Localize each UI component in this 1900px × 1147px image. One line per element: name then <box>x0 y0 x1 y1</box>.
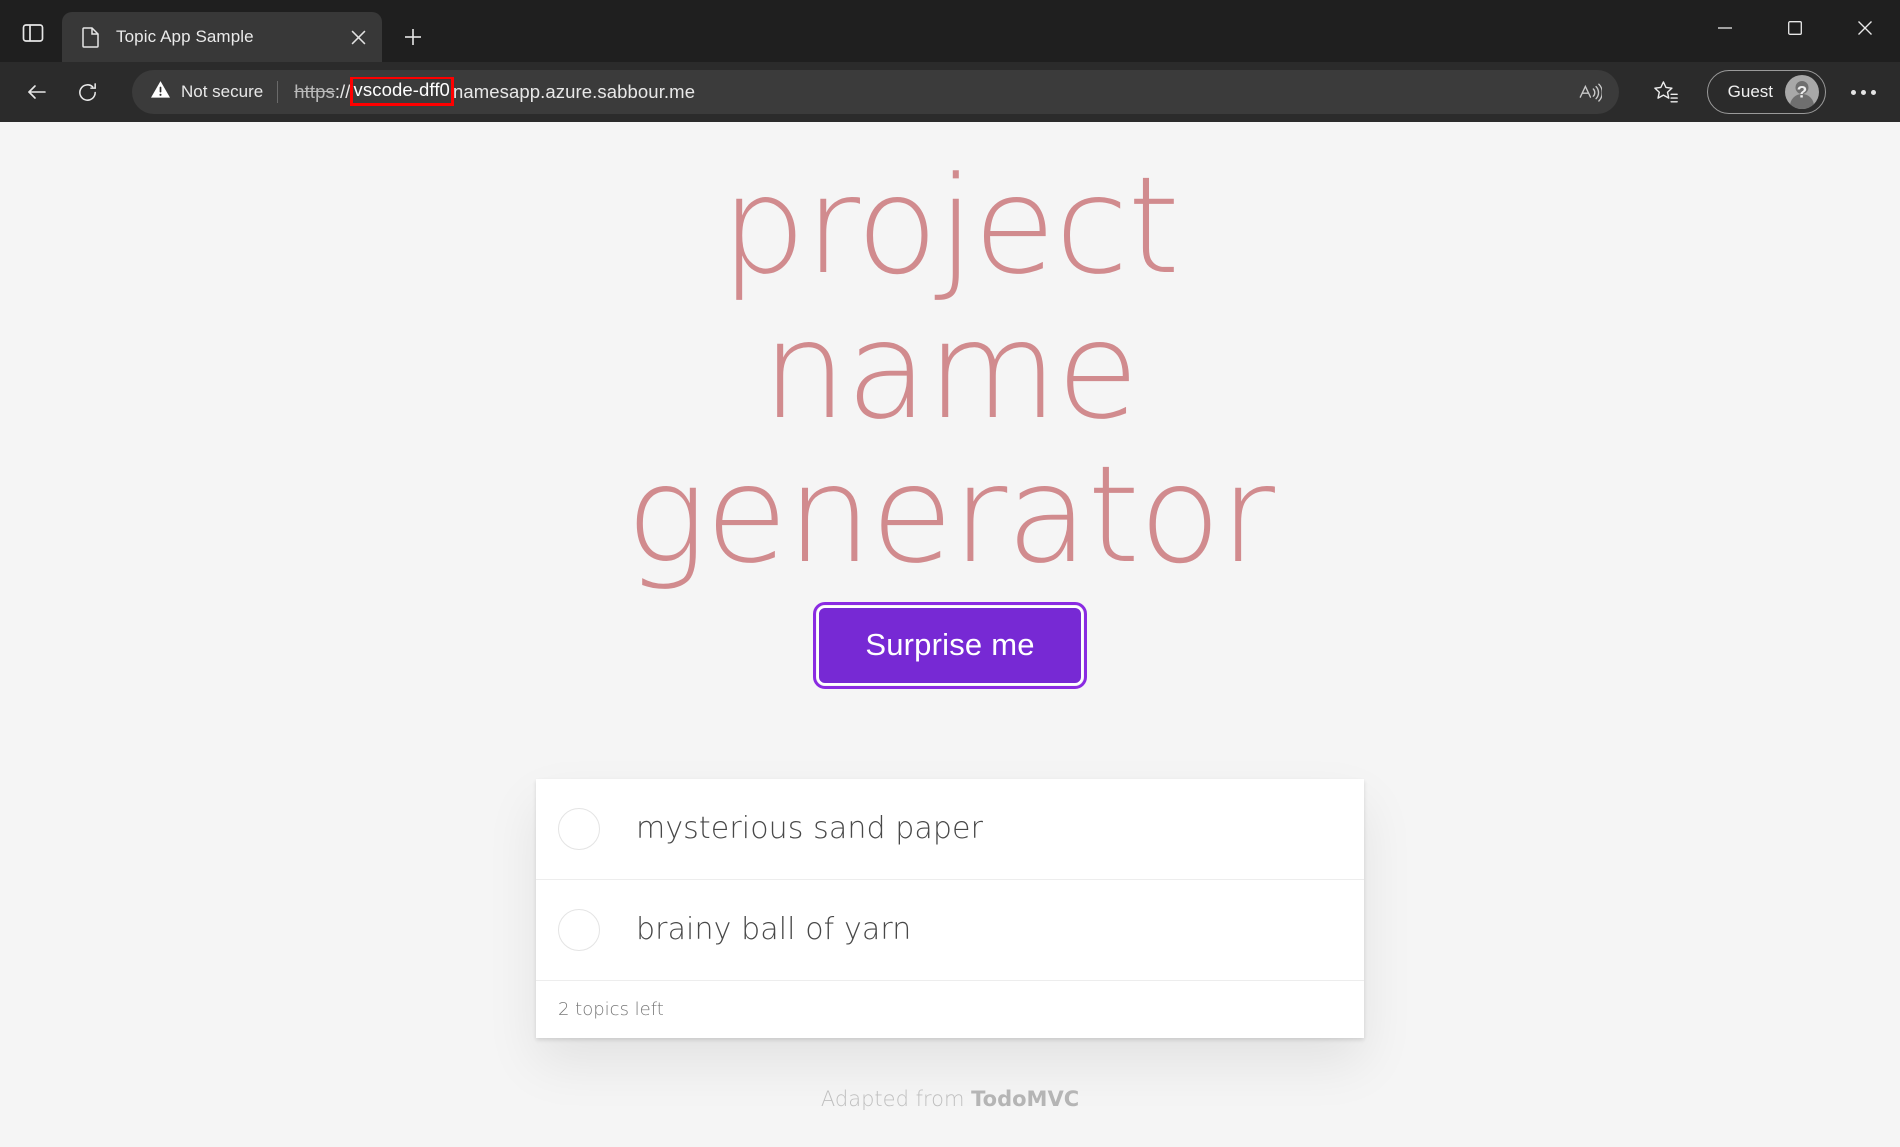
topics-card: mysterious sand paper brainy ball of yar… <box>536 778 1364 1038</box>
profile-label: Guest <box>1727 82 1773 101</box>
page-viewport: project name generator Surprise me myste… <box>0 122 1900 1147</box>
surprise-me-button[interactable]: Surprise me <box>813 602 1087 689</box>
warning-triangle-icon <box>150 80 171 104</box>
list-item-label: brainy ball of yarn <box>636 911 912 947</box>
omnibox-actions <box>1569 73 1611 111</box>
profile-button[interactable]: Guest ? <box>1706 70 1826 114</box>
url-highlighted-segment: vscode-dff0 <box>349 77 454 106</box>
ellipsis-glyph <box>1850 89 1876 95</box>
back-button[interactable] <box>14 69 60 115</box>
list-item-label: mysterious sand paper <box>636 810 983 846</box>
page-icon <box>80 26 102 48</box>
more-options-icon[interactable] <box>1840 69 1886 115</box>
credits-footer: Adapted from TodoMVC <box>0 1087 1900 1111</box>
sidebar-panel-icon[interactable] <box>10 10 56 56</box>
list-item[interactable]: brainy ball of yarn <box>536 880 1364 981</box>
new-tab-button[interactable] <box>392 16 434 58</box>
read-aloud-icon[interactable] <box>1569 73 1611 111</box>
minimize-button[interactable] <box>1690 0 1760 56</box>
tab-strip: Topic App Sample <box>0 0 1900 62</box>
site-security-indicator[interactable]: Not secure <box>150 80 277 104</box>
close-window-button[interactable] <box>1830 0 1900 56</box>
url-text[interactable]: https://vscode-dff0 namesapp.azure.sabbou… <box>294 77 1568 107</box>
favorites-star-icon[interactable] <box>1643 69 1689 115</box>
omnibox-divider <box>277 81 279 103</box>
refresh-button[interactable] <box>64 69 110 115</box>
address-bar[interactable]: Not secure https://vscode-dff0 namesapp.a… <box>132 70 1619 114</box>
topics-remaining-count: 2 topics left <box>558 998 664 1020</box>
checkbox-circle-icon[interactable] <box>558 807 600 850</box>
window-controls <box>1690 0 1900 56</box>
credits-source: TodoMVC <box>971 1087 1080 1111</box>
url-separator: :// <box>334 81 351 102</box>
guest-avatar-icon: ? <box>1785 75 1819 109</box>
page-title: project name generator <box>625 148 1275 594</box>
checkbox-circle-icon[interactable] <box>558 908 600 951</box>
surprise-button-container: Surprise me <box>813 602 1087 689</box>
url-rest: namesapp.azure.sabbour.me <box>452 81 696 102</box>
browser-tab[interactable]: Topic App Sample <box>62 12 382 62</box>
browser-toolbar: Not secure https://vscode-dff0 namesapp.a… <box>0 62 1900 122</box>
url-scheme: https <box>294 81 335 102</box>
tab-close-icon[interactable] <box>342 21 374 53</box>
credits-prefix: Adapted from <box>820 1087 972 1111</box>
maximize-button[interactable] <box>1760 0 1830 56</box>
browser-window: Topic App Sample Not secure https:// vs… <box>0 0 1900 1147</box>
list-item[interactable]: mysterious sand paper <box>536 779 1364 880</box>
security-label: Not secure <box>181 82 264 101</box>
tab-title: Topic App Sample <box>116 27 254 46</box>
